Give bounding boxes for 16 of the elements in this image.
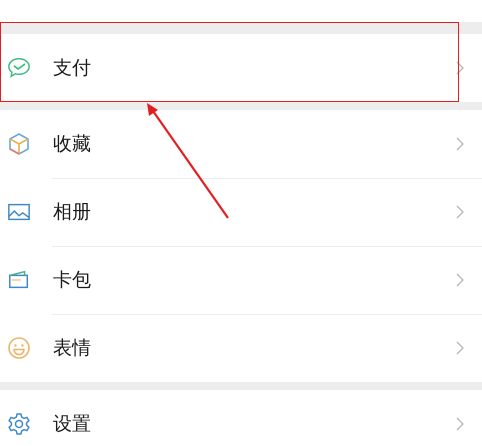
chevron-icon (456, 273, 464, 287)
smiley-icon (7, 336, 31, 360)
chevron-icon (456, 61, 464, 75)
chat-check-icon (7, 56, 31, 80)
chevron-icon (456, 417, 464, 431)
menu-item-label[interactable]: 支付 (53, 55, 91, 81)
menu-item-label[interactable]: 表情 (53, 335, 91, 361)
settings-icon (7, 412, 31, 436)
menu-item-label[interactable]: 相册 (53, 199, 91, 225)
menu-item-label[interactable]: 设置 (53, 411, 91, 437)
cube-icon (7, 132, 31, 156)
chevron-icon (456, 341, 464, 355)
menu-item-label[interactable]: 卡包 (53, 267, 91, 293)
chevron-icon (456, 205, 464, 219)
chevron-icon (456, 137, 464, 151)
menu-item-label[interactable]: 收藏 (53, 131, 91, 157)
